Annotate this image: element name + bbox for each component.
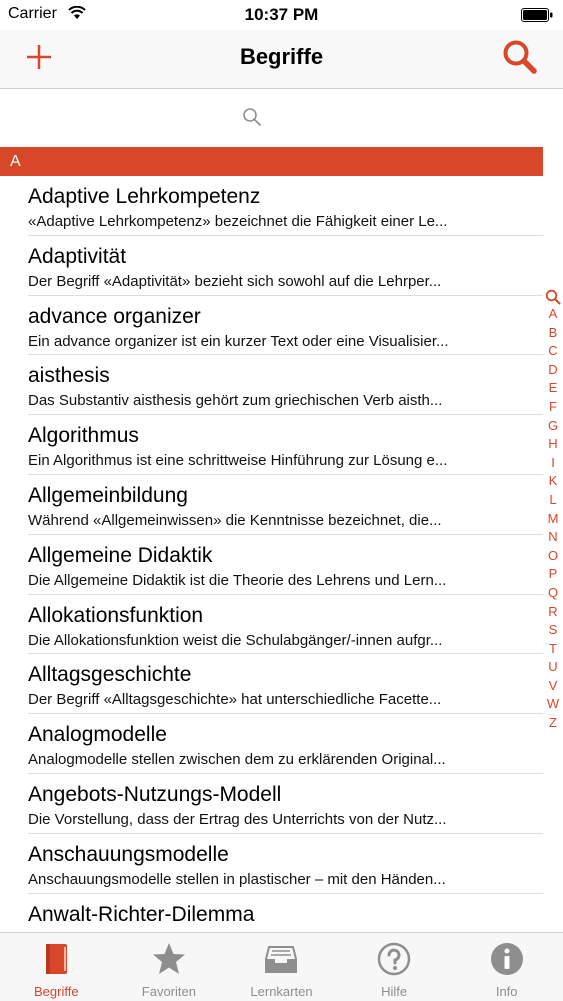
item-description: Analogmodelle stellen zwischen dem zu er… (28, 751, 446, 769)
list-item[interactable]: Angebots-Nutzungs-Modell Die Vorstellung… (0, 774, 543, 834)
index-letter[interactable]: W (543, 695, 563, 714)
search-input[interactable] (10, 99, 537, 137)
index-letter[interactable]: P (543, 565, 563, 584)
list-item[interactable]: Adaptive Lehrkompetenz «Adaptive Lehrkom… (0, 176, 543, 236)
question-icon (377, 942, 411, 976)
index-letter[interactable]: G (543, 417, 563, 436)
index-letter[interactable]: M (543, 510, 563, 529)
tab-label: Info (495, 984, 518, 999)
battery-icon (521, 8, 553, 22)
list-item[interactable]: Anwalt-Richter-Dilemma (0, 894, 543, 932)
tab-begriffe[interactable]: Begriffe (0, 933, 113, 1001)
index-letter[interactable]: V (543, 677, 563, 696)
list-item[interactable]: Adaptivität Der Begriff «Adaptivität» be… (0, 236, 543, 296)
inbox-icon (265, 946, 298, 973)
book-icon (46, 944, 68, 974)
section-index[interactable]: A B C D E F G H I K L M N O P Q R S T U … (543, 289, 563, 733)
item-description: Die Allokationsfunktion weist die Schula… (28, 631, 443, 649)
index-letter[interactable]: Q (543, 584, 563, 603)
list-item[interactable]: advance organizer Ein advance organizer … (0, 296, 543, 356)
tab-favoriten[interactable]: Favoriten (113, 933, 226, 1001)
search-icon[interactable] (501, 38, 539, 76)
item-title: aisthesis (28, 364, 110, 388)
item-description: Anschauungsmodelle stellen in plastische… (28, 870, 446, 888)
index-letter[interactable]: K (543, 472, 563, 491)
item-description: Der Begriff «Alltagsgeschichte» hat unte… (28, 691, 442, 709)
tab-label: Lernkarten (250, 984, 313, 999)
list-item[interactable]: Anschauungsmodelle Anschauungsmodelle st… (0, 834, 543, 894)
item-title: Angebots-Nutzungs-Modell (28, 782, 282, 806)
item-title: Allgemeinbildung (28, 483, 188, 507)
item-title: Anschauungsmodelle (28, 842, 229, 866)
item-description: Während «Allgemeinwissen» die Kenntnisse… (28, 511, 442, 529)
item-description: Die Allgemeine Didaktik ist die Theorie … (28, 571, 447, 589)
index-letter[interactable]: Z (543, 714, 563, 733)
index-letter[interactable]: T (543, 640, 563, 659)
tab-label: Favoriten (141, 984, 196, 999)
item-title: Adaptivität (28, 244, 127, 268)
item-description: «Adaptive Lehrkompetenz» bezeichnet die … (28, 213, 448, 230)
index-letter[interactable]: B (543, 324, 563, 343)
list-item[interactable]: Allokationsfunktion Die Allokationsfunkt… (0, 595, 543, 655)
star-icon (152, 943, 185, 974)
index-letter[interactable]: H (543, 435, 563, 454)
index-letter[interactable]: N (543, 528, 563, 547)
index-letter[interactable]: C (543, 342, 563, 361)
index-letter[interactable]: A (543, 305, 563, 324)
index-letter[interactable]: F (543, 398, 563, 417)
page-title: Begriffe (239, 44, 324, 69)
term-list: Adaptive Lehrkompetenz «Adaptive Lehrkom… (0, 176, 543, 932)
index-letter[interactable]: U (543, 658, 563, 677)
item-description: Ein Algorithmus ist eine schrittweise Hi… (28, 452, 448, 470)
index-letter[interactable]: L (543, 491, 563, 510)
status-time: 10:37 PM (244, 5, 319, 24)
item-title: Anwalt-Richter-Dilemma (28, 902, 255, 926)
tab-label: Hilfe (381, 984, 408, 999)
item-description: Der Begriff «Adaptivität» bezieht sich s… (28, 272, 442, 290)
tab-hilfe[interactable]: Hilfe (338, 933, 451, 1001)
index-letter[interactable]: D (543, 361, 563, 380)
index-search-icon[interactable] (545, 289, 561, 305)
item-description: Ein advance organizer ist ein kurzer Tex… (28, 332, 449, 350)
item-title: Alltagsgeschichte (28, 663, 192, 687)
index-letter[interactable]: I (543, 454, 563, 473)
item-description: Das Substantiv aisthesis gehört zum grie… (28, 392, 443, 410)
item-title: Allgemeine Didaktik (28, 543, 213, 567)
list-item[interactable]: Analogmodelle Analogmodelle stellen zwis… (0, 714, 543, 774)
tab-label: Begriffe (34, 984, 79, 999)
info-icon (490, 943, 523, 975)
list-item[interactable]: Allgemeinbildung Während «Allgemeinwisse… (0, 475, 543, 535)
list-item[interactable]: Alltagsgeschichte Der Begriff «Alltagsge… (0, 654, 543, 714)
item-title: Algorithmus (28, 424, 139, 448)
search-bar (0, 89, 543, 146)
item-description: Die Vorstellung, dass der Ertrag des Unt… (28, 810, 447, 828)
tab-lernkarten[interactable]: Lernkarten (225, 933, 338, 1001)
index-letter[interactable]: S (543, 621, 563, 640)
item-title: advance organizer (28, 304, 201, 328)
item-title: Analogmodelle (28, 723, 167, 747)
navigation-bar: Begriffe (0, 30, 563, 89)
status-bar: Carrier 10:37 PM (0, 0, 563, 30)
index-letter[interactable]: R (543, 603, 563, 622)
index-letter[interactable]: E (543, 379, 563, 398)
item-title: Allokationsfunktion (28, 603, 204, 627)
list-item[interactable]: Algorithmus Ein Algorithmus ist eine sch… (0, 415, 543, 475)
tab-info[interactable]: Info (450, 933, 563, 1001)
index-letter[interactable]: O (543, 547, 563, 566)
list-item[interactable]: aisthesis Das Substantiv aisthesis gehör… (0, 355, 543, 415)
tab-bar: Begriffe Favoriten Lernkarten Hilfe Info (0, 932, 563, 1001)
section-header: A (0, 147, 543, 176)
list-item[interactable]: Allgemeine Didaktik Die Allgemeine Didak… (0, 535, 543, 595)
item-title: Adaptive Lehrkompetenz (28, 185, 261, 208)
